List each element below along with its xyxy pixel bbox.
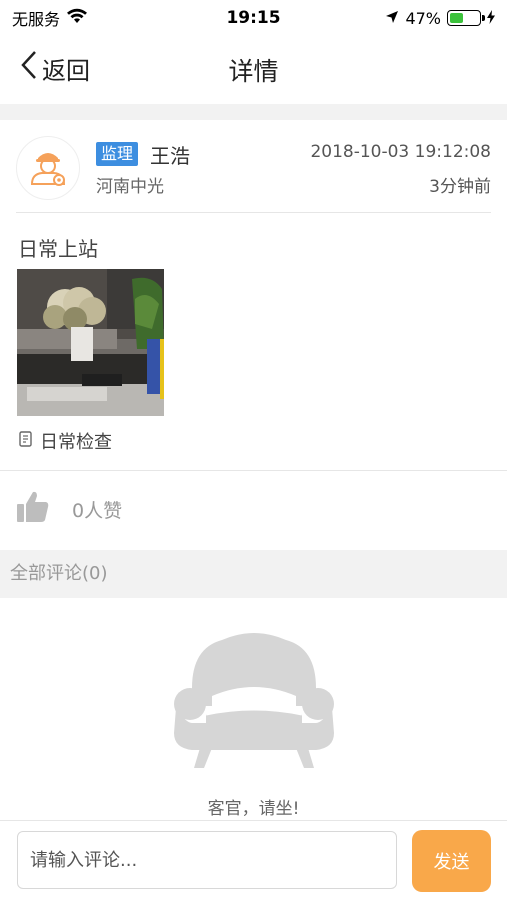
- battery-level: [450, 13, 464, 23]
- post-header: 监理 王浩 河南中光 2018-10-03 19:12:08 3分钟前: [0, 120, 507, 212]
- section-spacer: [0, 104, 507, 120]
- battery-percent: 47%: [405, 8, 441, 28]
- post-photo[interactable]: [17, 269, 164, 416]
- thumbs-up-icon: [16, 490, 50, 528]
- status-bar: 无服务 19:15 47%: [0, 0, 507, 36]
- page-title: 详情: [228, 57, 279, 86]
- company-name: 河南中光: [96, 177, 164, 197]
- location-arrow-icon: [385, 9, 399, 28]
- like-count: 0人赞: [72, 499, 123, 522]
- charging-icon: [487, 9, 495, 28]
- empty-comments-text: 客官，请坐!: [207, 799, 300, 819]
- post-datetime: 2018-10-03 19:12:08: [310, 142, 491, 162]
- category-label: 日常检查: [40, 432, 112, 453]
- author-name[interactable]: 王浩: [150, 140, 190, 169]
- wifi-icon: [66, 8, 88, 28]
- like-button[interactable]: 0人赞: [16, 490, 122, 528]
- carrier-label: 无服务: [12, 10, 61, 29]
- battery-icon: [447, 10, 485, 26]
- role-badge: 监理: [96, 142, 139, 166]
- empty-comments: 客官，请坐!: [0, 598, 507, 820]
- comments-header: 全部评论(0): [0, 550, 507, 598]
- avatar[interactable]: [16, 136, 80, 200]
- document-icon: [18, 430, 34, 452]
- divider: [16, 212, 491, 213]
- post-title: 日常上站: [18, 237, 98, 261]
- comment-input[interactable]: [17, 831, 397, 889]
- sofa-icon: [172, 628, 336, 782]
- nav-bar: 返回 详情: [0, 36, 507, 104]
- divider: [0, 470, 507, 471]
- send-button[interactable]: 发送: [412, 830, 491, 892]
- post-relative-time: 3分钟前: [429, 177, 491, 197]
- supervisor-avatar-icon: [26, 144, 70, 192]
- post-category: 日常检查: [18, 428, 112, 454]
- comment-bar: 发送: [0, 820, 507, 900]
